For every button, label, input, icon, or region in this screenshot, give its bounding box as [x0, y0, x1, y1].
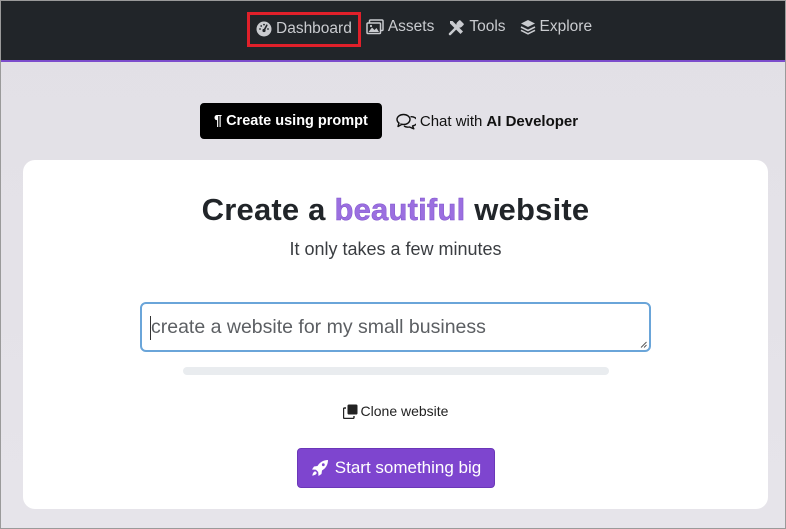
mode-switch: ¶ Create using prompt Chat with AI Devel…	[200, 103, 578, 139]
nav-item-explore[interactable]: Explore	[520, 18, 593, 36]
nav-item-label: Dashboard	[276, 19, 352, 37]
mode-label-bold: AI Developer	[486, 112, 579, 130]
resize-grip-icon[interactable]	[640, 341, 647, 348]
clone-website-link[interactable]: Clone website	[342, 403, 449, 419]
tools-icon	[449, 19, 465, 35]
go-label: Start something big	[334, 458, 482, 477]
nav-item-label: Explore	[539, 18, 593, 35]
chat-with-ai-developer-button[interactable]: Chat with AI Developer	[396, 103, 578, 139]
pilcrow-icon: ¶	[214, 113, 223, 129]
top-navbar: Dashboard Assets Tools Explore	[1, 1, 785, 62]
headline-post: website	[474, 192, 590, 227]
prompt-input[interactable]	[142, 304, 649, 350]
progress-bar	[183, 367, 609, 375]
gauge-icon	[256, 21, 272, 36]
start-something-big-button[interactable]: Start something big	[297, 448, 495, 488]
headline-accent: beautiful	[334, 192, 466, 228]
clone-icon	[342, 404, 358, 419]
create-card: Create a beautiful website It only takes…	[23, 160, 768, 509]
clone-row: Clone website	[23, 403, 768, 419]
images-icon	[366, 19, 384, 35]
chat-bubbles-icon	[396, 113, 416, 129]
page-subtitle: It only takes a few minutes	[289, 239, 502, 259]
layers-icon	[520, 20, 535, 35]
nav-item-tools[interactable]: Tools	[448, 18, 506, 36]
nav-item-label: Assets	[387, 18, 435, 35]
mode-label: Chat with	[419, 112, 483, 130]
page-title: Create a beautiful website	[23, 192, 768, 228]
nav-item-assets[interactable]: Assets	[366, 18, 435, 36]
mode-label: Create using prompt	[226, 113, 368, 129]
main-nav: Dashboard Assets Tools Explore	[247, 11, 606, 47]
text-caret	[150, 316, 151, 340]
prompt-input-wrapper	[140, 302, 651, 352]
nav-item-dashboard[interactable]: Dashboard	[247, 11, 361, 47]
rocket-icon	[311, 460, 328, 476]
nav-item-label: Tools	[469, 18, 506, 35]
create-using-prompt-button[interactable]: ¶ Create using prompt	[200, 103, 382, 139]
clone-label: Clone website	[360, 403, 449, 419]
headline-pre: Create a	[201, 192, 326, 227]
